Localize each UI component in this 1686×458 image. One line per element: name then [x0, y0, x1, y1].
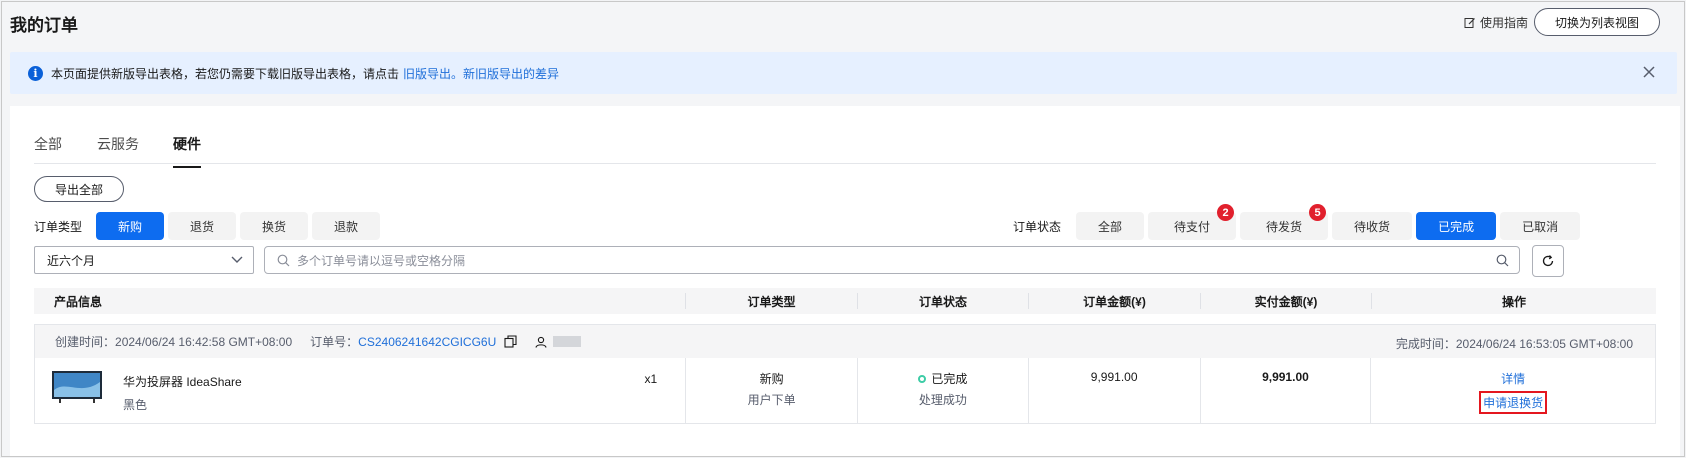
time-range-select[interactable]: 近六个月 [34, 246, 254, 274]
product-quantity: x1 [644, 372, 658, 386]
status-cancelled[interactable]: 已取消 [1500, 212, 1581, 240]
order-type-filter: 新购 退货 换货 退款 [96, 212, 381, 240]
order-amount-value: 9,991.00 [1090, 370, 1138, 384]
notice-text: 本页面提供新版导出表格，若您仍需要下载旧版导出表格，请点击 [51, 66, 400, 81]
switch-list-view-button[interactable]: 切换为列表视图 [1533, 8, 1660, 36]
order-meta: 创建时间： 2024/06/24 16:42:58 GMT+08:00 订单号： … [35, 325, 1655, 358]
tab-hardware[interactable]: 硬件 [173, 134, 201, 168]
status-pending-payment-label: 待支付 [1174, 219, 1211, 234]
order-no-label: 订单号： [310, 335, 359, 349]
order-status-cell: 已完成 处理成功 [856, 358, 1028, 424]
finished-value: 2024/06/24 16:53:05 GMT+08:00 [1455, 337, 1633, 351]
status-badge: 已完成 [918, 370, 967, 387]
status-completed[interactable]: 已完成 [1416, 212, 1497, 240]
col-order-type: 订单类型 [685, 293, 857, 309]
table-header: 产品信息 订单类型 订单状态 订单金额(¥) 实付金额(¥) 操作 [34, 288, 1656, 314]
order-type-new[interactable]: 新购 [96, 212, 165, 240]
search-icon[interactable] [1496, 254, 1509, 267]
status-sub: 处理成功 [918, 393, 967, 407]
actions-cell: 详情 申请退换货 [1370, 358, 1655, 424]
export-diff-link[interactable]: 新旧版导出的差异 [463, 65, 559, 82]
tab-cloud-service[interactable]: 云服务 [97, 134, 139, 166]
count-badge: 5 [1309, 204, 1327, 221]
order-amount-cell: 9,991.00 [1027, 358, 1200, 424]
col-paid-amount: 实付金额(¥) [1200, 293, 1371, 309]
status-dot-icon [918, 374, 927, 383]
edit-doc-icon [1464, 17, 1475, 28]
export-all-button[interactable]: 导出全部 [34, 176, 125, 202]
guide-link[interactable]: 使用指南 [1464, 14, 1528, 31]
col-actions: 操作 [1371, 293, 1656, 309]
status-pending-shipment[interactable]: 待发货 5 [1240, 204, 1329, 240]
order-type-refund[interactable]: 退款 [312, 212, 381, 240]
status-pending-receipt-label: 待收货 [1354, 219, 1391, 234]
projector-screen-thumbnail [52, 371, 102, 403]
order-type-cell: 新购 用户下单 [685, 358, 857, 424]
close-icon[interactable] [1641, 64, 1657, 80]
order-search-input[interactable]: 多个订单号请以逗号或空格分隔 [264, 246, 1520, 274]
refresh-icon [1542, 255, 1554, 267]
status-cancelled-label: 已取消 [1522, 219, 1559, 234]
refresh-button[interactable] [1532, 245, 1564, 277]
orders-card: 全部 云服务 硬件 导出全部 订单类型 新购 退货 换货 退款 订单状态 全部 … [10, 106, 1680, 456]
order-type-label: 订单类型 [34, 220, 83, 234]
created-time: 创建时间： 2024/06/24 16:42:58 GMT+08:00 [55, 333, 292, 350]
masked-account [553, 336, 582, 347]
paid-amount-value: 9,991.00 [1262, 370, 1309, 384]
col-order-status: 订单状态 [857, 293, 1028, 309]
status-all[interactable]: 全部 [1076, 212, 1145, 240]
col-product-info: 产品信息 [54, 294, 103, 309]
order-number: 订单号： CS2406241642CGICG6U [310, 333, 517, 350]
product-color: 黑色 [123, 398, 148, 412]
col-order-amount: 订单金额(¥) [1028, 293, 1200, 309]
product-cell: 华为投屏器 IdeaShare 黑色 x1 [35, 358, 685, 424]
finished-time: 完成时间：2024/06/24 16:53:05 GMT+08:00 [1396, 335, 1633, 352]
finished-label: 完成时间： [1395, 337, 1456, 351]
account-info [535, 336, 582, 348]
info-icon: i [28, 65, 43, 81]
search-icon [277, 254, 290, 267]
copy-icon[interactable] [504, 335, 517, 348]
paid-amount-cell: 9,991.00 [1199, 358, 1371, 424]
order-details: 华为投屏器 IdeaShare 黑色 x1 新购 用户下单 已完成 处理成功 9… [35, 358, 1655, 424]
tab-all[interactable]: 全部 [34, 134, 62, 166]
status-all-label: 全部 [1098, 219, 1123, 234]
user-icon [535, 336, 547, 348]
order-type-value: 新购 [759, 372, 784, 386]
order-no-link[interactable]: CS2406241642CGICG6U [358, 335, 496, 349]
order-row: 创建时间： 2024/06/24 16:42:58 GMT+08:00 订单号： … [34, 324, 1656, 424]
order-tabs: 全部 云服务 硬件 [34, 106, 1656, 168]
request-return-link[interactable]: 申请退换货 [1479, 391, 1548, 414]
order-status-label: 订单状态 [1013, 220, 1062, 234]
order-type-sub: 用户下单 [747, 393, 796, 407]
page-title: 我的订单 [10, 16, 78, 35]
detail-link[interactable]: 详情 [1501, 370, 1525, 387]
app-window: 我的订单 使用指南 切换为列表视图 i 本页面提供新版导出表格，若您仍需要下载旧… [1, 1, 1685, 457]
order-type-exchange[interactable]: 换货 [240, 212, 309, 240]
order-type-return[interactable]: 退货 [168, 212, 237, 240]
product-name: 华为投屏器 IdeaShare [123, 375, 242, 389]
guide-label: 使用指南 [1479, 16, 1528, 30]
count-badge: 2 [1217, 204, 1235, 221]
notice-banner: i 本页面提供新版导出表格，若您仍需要下载旧版导出表格，请点击 旧版导出。 新旧… [10, 52, 1677, 94]
status-completed-label: 已完成 [1438, 219, 1475, 234]
order-status-filter: 全部 待支付 2 待发货 5 待收货 已完成 已取消 [1076, 204, 1581, 240]
chevron-down-icon [231, 256, 243, 263]
top-bar: 我的订单 使用指南 切换为列表视图 [2, 2, 1684, 48]
search-placeholder: 多个订单号请以逗号或空格分隔 [297, 253, 466, 268]
status-pending-receipt[interactable]: 待收货 [1332, 212, 1413, 240]
old-export-link[interactable]: 旧版导出。 [403, 65, 463, 82]
status-pending-shipment-label: 待发货 [1266, 219, 1303, 234]
created-label: 创建时间： [55, 335, 116, 349]
status-value: 已完成 [931, 372, 968, 386]
created-value: 2024/06/24 16:42:58 GMT+08:00 [115, 334, 293, 349]
status-pending-payment[interactable]: 待支付 2 [1148, 204, 1237, 240]
time-range-value: 近六个月 [47, 253, 96, 268]
